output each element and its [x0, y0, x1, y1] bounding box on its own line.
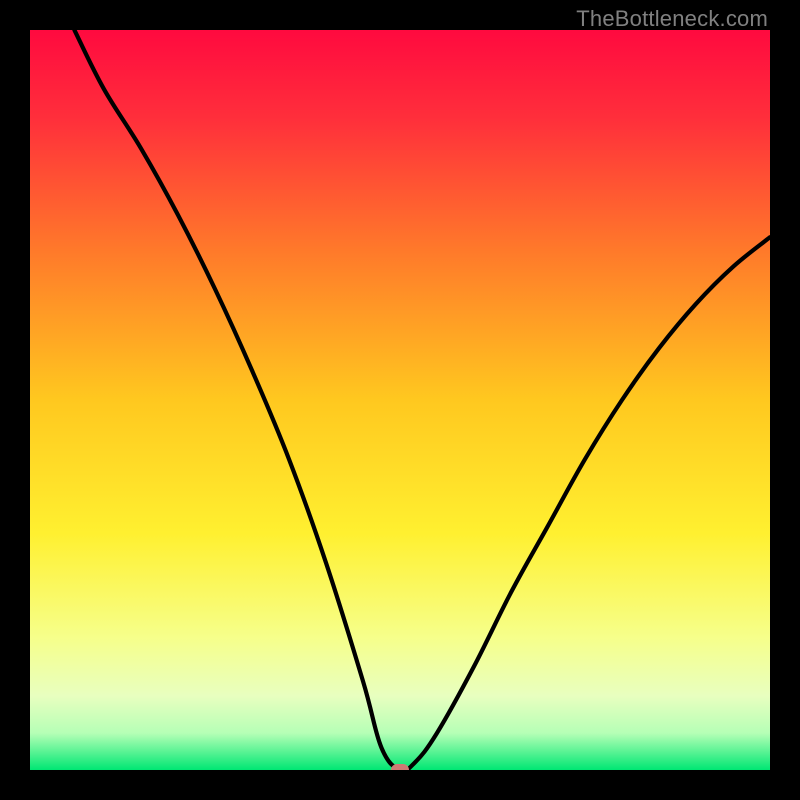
watermark-text: TheBottleneck.com: [576, 6, 768, 32]
chart-frame: TheBottleneck.com: [0, 0, 800, 800]
optimal-point-marker: [391, 764, 409, 770]
bottleneck-curve: [30, 30, 770, 770]
plot-area: [30, 30, 770, 770]
